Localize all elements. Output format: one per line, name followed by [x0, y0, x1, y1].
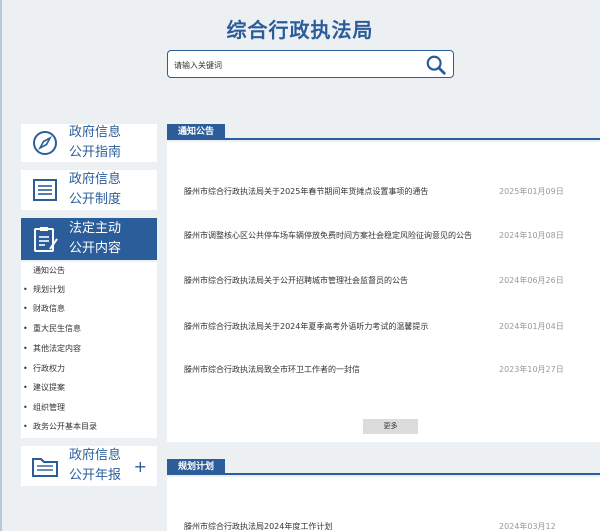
sidebar-card-annual-report[interactable]: 政府信息 公开年报 + [21, 446, 157, 486]
submenu-item-finance[interactable]: • 财政信息 [23, 300, 65, 318]
submenu-label: 建议提案 [33, 383, 65, 392]
bullet-icon: • [23, 383, 28, 392]
news-title[interactable]: 滕州市综合行政执法局关于2025年春节期间年货摊点设置事项的通告 [184, 186, 484, 198]
search-icon[interactable] [425, 54, 447, 76]
sidebar-submenu: 通知公告 • 规划计划 • 财政信息 • 重大民生信息 • 其他法定内容 • 行政权力 •… [21, 262, 157, 438]
bullet-icon: • [23, 304, 28, 313]
plans-tab[interactable]: 规划计划 [167, 459, 226, 475]
submenu-label: 规划计划 [33, 285, 65, 294]
bullet-icon: • [23, 324, 28, 333]
plans-header: 规划计划 [167, 459, 600, 475]
plans-panel: 滕州市综合行政执法局2024年度工作计划 2024年03月12 [167, 477, 600, 531]
bullet-icon: • [23, 344, 28, 353]
submenu-label: 政务公开基本目录 [33, 422, 97, 431]
sidebar-card-content[interactable]: 法定主动 公开内容 [21, 218, 157, 260]
news-item[interactable]: 滕州市综合行政执法局2024年度工作计划 2024年03月12 [184, 515, 594, 531]
bullet-icon: • [23, 422, 28, 431]
site-title: 综合行政执法局 [226, 18, 374, 42]
news-item[interactable]: 滕州市综合行政执法局致全市环卫工作者的一封信 2023年10月27日 [184, 358, 594, 398]
card-line1: 政府信息 [69, 172, 122, 187]
news-date: 2024年06月26日 [499, 276, 564, 285]
news-title[interactable]: 滕州市调整核心区公共停车场车辆停放免费时间方案社会稳定风险征询意见的公告 [184, 230, 484, 242]
submenu-label: 其他法定内容 [33, 344, 81, 353]
news-date: 2025年01月09日 [499, 187, 564, 196]
news-date: 2024年03月12 [499, 522, 556, 531]
submenu-label: 通知公告 [33, 266, 65, 275]
bullet-icon: • [23, 285, 28, 294]
submenu-item-notices[interactable]: 通知公告 [33, 262, 65, 280]
card-line2: 公开内容 [69, 241, 122, 256]
news-title[interactable]: 滕州市综合行政执法局关于2024年夏季高考外语听力考试的温馨提示 [184, 321, 484, 333]
news-item[interactable]: 滕州市综合行政执法局关于2025年春节期间年货摊点设置事项的通告 2025年01… [184, 180, 594, 220]
card-line2: 公开指南 [69, 145, 122, 160]
compass-icon [33, 131, 57, 155]
sidebar-card-label: 政府信息 公开指南 [69, 123, 149, 163]
submenu-label: 行政权力 [33, 364, 65, 373]
news-title[interactable]: 滕州市综合行政执法局2024年度工作计划 [184, 521, 484, 531]
submenu-label: 财政信息 [33, 304, 65, 313]
news-date: 2024年10月08日 [499, 231, 564, 240]
submenu-item-catalog[interactable]: • 政务公开基本目录 [23, 418, 97, 436]
folder-icon [32, 458, 58, 477]
news-item[interactable]: 滕州市综合行政执法局关于公开招聘城市管理社会监督员的公告 2024年06月26日 [184, 269, 594, 309]
news-item[interactable]: 滕州市调整核心区公共停车场车辆停放免费时间方案社会稳定风险征询意见的公告 202… [184, 224, 594, 264]
more-button[interactable]: 更多 [363, 419, 418, 434]
document-list-icon [33, 179, 57, 201]
card-line2: 公开制度 [69, 192, 122, 207]
search-box [167, 50, 454, 78]
card-line1: 政府信息 [69, 125, 122, 140]
submenu-item-other[interactable]: • 其他法定内容 [23, 340, 81, 358]
news-item[interactable]: 滕州市综合行政执法局关于2024年夏季高考外语听力考试的温馨提示 2024年01… [184, 315, 594, 355]
submenu-label: 组织管理 [33, 403, 65, 412]
card-line1: 法定主动 [69, 221, 122, 236]
bullet-icon: • [23, 403, 28, 412]
bullet-icon: • [23, 364, 28, 373]
news-title[interactable]: 滕州市综合行政执法局关于公开招聘城市管理社会监督员的公告 [184, 275, 484, 287]
notices-tab[interactable]: 通知公告 [167, 124, 226, 140]
sidebar-card-guide[interactable]: 政府信息 公开指南 [21, 124, 157, 162]
submenu-item-livelihood[interactable]: • 重大民生信息 [23, 320, 81, 338]
notices-header: 通知公告 [167, 124, 600, 140]
notices-panel: 滕州市综合行政执法局关于2025年春节期间年货摊点设置事项的通告 2025年01… [167, 142, 600, 442]
submenu-item-power[interactable]: • 行政权力 [23, 360, 65, 378]
news-date: 2024年01月04日 [499, 322, 564, 331]
sidebar-card-label: 法定主动 公开内容 [69, 219, 149, 259]
clipboard-icon [34, 227, 58, 252]
news-date: 2023年10月27日 [499, 365, 564, 374]
submenu-item-organization[interactable]: • 组织管理 [23, 399, 65, 417]
search-input[interactable] [174, 57, 414, 73]
news-title[interactable]: 滕州市综合行政执法局致全市环卫工作者的一封信 [184, 364, 484, 376]
sidebar-card-label: 政府信息 公开制度 [69, 170, 149, 210]
submenu-label: 重大民生信息 [33, 324, 81, 333]
submenu-item-proposals[interactable]: • 建议提案 [23, 379, 65, 397]
sidebar-card-system[interactable]: 政府信息 公开制度 [21, 170, 157, 210]
expand-plus-icon[interactable]: + [134, 457, 147, 476]
submenu-item-plans[interactable]: • 规划计划 [23, 281, 65, 299]
header: 综合行政执法局 [0, 0, 600, 96]
